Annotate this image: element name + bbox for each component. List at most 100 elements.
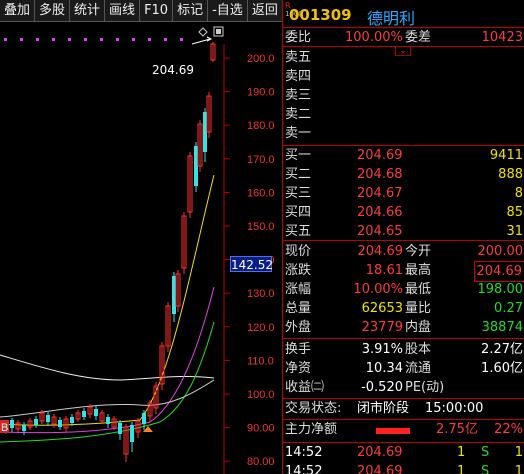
statistics-button[interactable]: 统计	[70, 0, 106, 22]
chart-toolbar: 叠加 多股 统计 画线 F10 标记 -自选 返回	[0, 0, 282, 22]
quote-label: 最高	[405, 263, 432, 278]
order-ratio-row: 委比 100.00% 委差 10423	[283, 28, 524, 47]
quote-value: 23779	[361, 320, 403, 335]
fundamental-value: 2.27亿	[481, 342, 523, 357]
price-axis-label: 180.0	[247, 120, 275, 132]
tick-row[interactable]: 14:52 204.69 1 S 1	[283, 443, 524, 462]
ask-label: 卖五	[285, 50, 312, 65]
tick-row[interactable]: 14:52 204.69 1 S 1	[283, 462, 524, 474]
main-flow-value: 2.75亿	[436, 422, 478, 437]
stock-code: 001309	[289, 6, 352, 24]
quote-label: 现价	[285, 244, 312, 259]
price-axis-label: 120.0	[247, 322, 275, 334]
mark-button[interactable]: 标记	[173, 0, 209, 22]
ask-row: 卖三	[283, 86, 524, 105]
current-price-tag: 142.52	[230, 256, 273, 272]
quote-row: 外盘 23779 内盘 38874	[283, 318, 524, 337]
remove-watchlist-button[interactable]: -自选	[208, 0, 248, 22]
quote-value: 10.00%	[353, 282, 403, 297]
quote-label: 量比	[405, 301, 432, 316]
bid-row: 买三 204.67 8	[283, 184, 524, 203]
quote-row: 总量 62653 量比 0.27	[283, 299, 524, 318]
quote-value: 204.69	[357, 244, 404, 259]
price-axis-label: 80.00	[247, 456, 275, 468]
ask-label: 卖四	[285, 69, 312, 84]
price-axis-label: 110.0	[247, 355, 274, 367]
bid-price: 204.69	[357, 148, 403, 163]
stock-name: 德明利	[367, 9, 416, 28]
fundamental-row: 收益㈡ -0.520 PE(动)	[283, 378, 524, 397]
stock-header: R 1000 001309 德明利	[283, 0, 524, 28]
bid-label: 买一	[285, 148, 312, 163]
bid-label: 买三	[285, 186, 312, 201]
fundamental-label: 净资	[285, 361, 312, 376]
tick-price: 204.69	[357, 464, 403, 474]
quote-row: 涨跌 18.61 最高 204.69	[283, 261, 524, 282]
back-button[interactable]: 返回	[248, 0, 282, 22]
price-axis-label: 170.0	[247, 154, 275, 166]
chart-tool-icons[interactable]	[198, 26, 224, 37]
quote-label: 总量	[285, 301, 312, 316]
ask-row: 卖五	[283, 48, 524, 67]
bid-price: 204.65	[357, 224, 403, 239]
bid-row: 买一 204.69 9411	[283, 146, 524, 165]
dotted-marker-row	[4, 38, 183, 41]
kline-svg: 200.0190.0180.0170.0160.0150.0140.0130.0…	[0, 26, 275, 474]
quote-value: 200.00	[477, 244, 524, 259]
bid-volume: 31	[506, 224, 523, 239]
quote-label: 最低	[405, 282, 432, 297]
fundamental-row: 换手 3.91% 股本 2.27亿	[283, 340, 524, 359]
quote-panel: R 1000 001309 德明利 委比 100.00% 委差 10423 ⌄ 卖…	[282, 0, 524, 474]
order-ratio-label: 委比	[285, 30, 312, 45]
fundamental-value: 3.91%	[361, 342, 403, 357]
price-axis-label: 90.00	[247, 423, 275, 435]
bid-label: 买五	[285, 224, 312, 239]
multi-stock-button[interactable]: 多股	[35, 0, 71, 22]
quote-value: 18.61	[365, 263, 403, 278]
bid-volume: 9411	[489, 148, 523, 163]
draw-line-button[interactable]: 画线	[105, 0, 141, 22]
bid-row: 买四 204.66 85	[283, 203, 524, 222]
main-flow-pct: 22%	[494, 422, 523, 437]
tick-count: 1	[514, 464, 523, 474]
ask-label: 卖一	[285, 126, 312, 141]
quote-label: 涨幅	[285, 282, 312, 297]
overlay-button[interactable]: 叠加	[0, 0, 36, 22]
trade-status-label: 交易状态:	[285, 401, 342, 416]
trade-status-value: 闭市阶段	[357, 401, 410, 416]
tick-volume: 1	[457, 445, 466, 460]
ma-gray-line	[0, 379, 215, 418]
quote-value: 62653	[361, 301, 403, 316]
fundamental-label: 股本	[405, 342, 432, 357]
price-axis-label: 130.0	[247, 288, 275, 300]
ask-label: 卖二	[285, 107, 312, 122]
tick-price: 204.69	[357, 445, 403, 460]
quote-value: 198.00	[477, 282, 524, 297]
ask-row: 卖四	[283, 67, 524, 86]
f10-button[interactable]: F10	[140, 0, 174, 22]
quote-value: 38874	[481, 320, 523, 335]
bid-price: 204.68	[357, 167, 403, 182]
fundamental-label: 收益㈡	[285, 380, 325, 395]
ask-label: 卖三	[285, 88, 312, 103]
tick-time: 14:52	[285, 464, 323, 474]
bid-label: 买四	[285, 205, 312, 220]
bid-row: 买五 204.65 31	[283, 222, 524, 241]
price-axis-label: 190.0	[247, 87, 275, 99]
fundamental-label: 换手	[285, 342, 312, 357]
bid-price: 204.66	[357, 205, 403, 220]
ma-white-line	[0, 354, 215, 381]
quote-label: 今开	[405, 244, 432, 259]
bid-volume: 888	[498, 167, 523, 182]
trade-status-row: 交易状态: 闭市阶段 15:00:00	[283, 399, 524, 418]
fundamental-label: 流通	[405, 361, 432, 376]
tick-side: S	[481, 464, 490, 474]
trade-status-time: 15:00:00	[425, 401, 484, 416]
price-axis-label: 100.0	[247, 389, 275, 401]
quote-label: 外盘	[285, 320, 312, 335]
fundamental-row: 净资 10.34 流通 1.60亿	[283, 359, 524, 378]
kline-chart[interactable]: 200.0190.0180.0170.0160.0150.0140.0130.0…	[0, 22, 282, 474]
fundamental-label: PE(动)	[405, 380, 445, 395]
buy-marker-text: B	[1, 422, 8, 434]
ask-row: 卖一	[283, 124, 524, 143]
